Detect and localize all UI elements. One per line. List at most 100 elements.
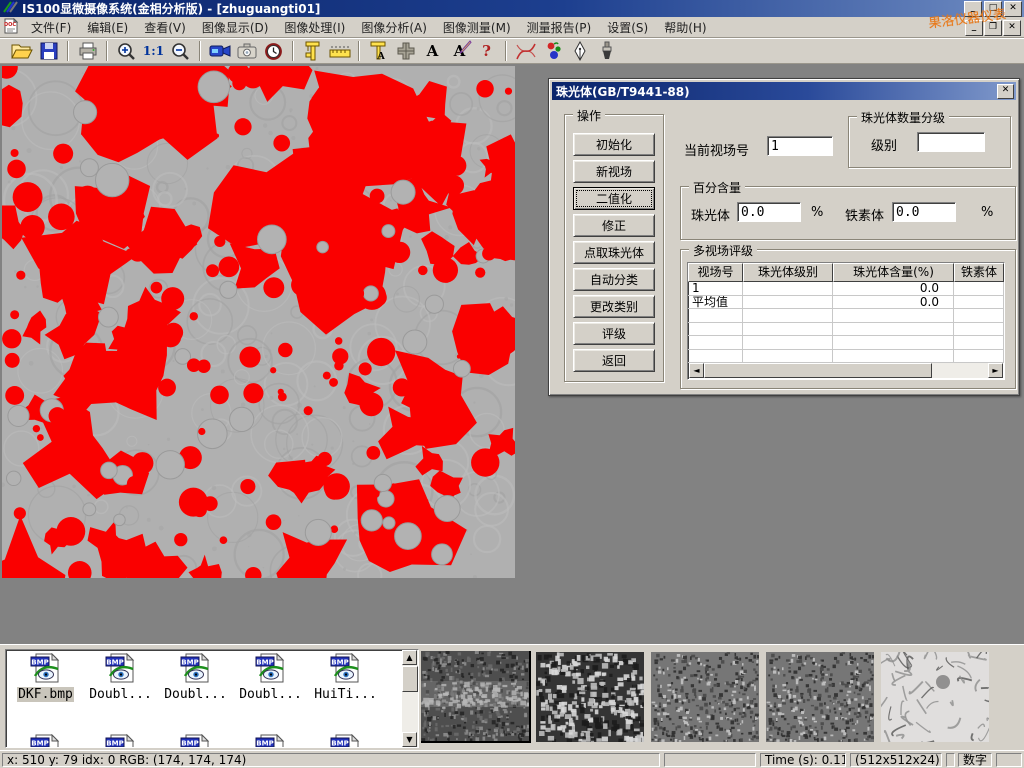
file-name: Doubl... xyxy=(238,687,303,702)
svg-text:BMP: BMP xyxy=(181,659,198,667)
child-close-button[interactable]: ✕ xyxy=(1003,20,1021,36)
photo-camera-icon[interactable] xyxy=(234,40,259,63)
scroll-left-icon[interactable]: ◄ xyxy=(689,363,704,378)
help-icon[interactable]: ? xyxy=(474,40,499,63)
menu-bar: DOC 文件(F)编辑(E)查看(V)图像显示(D)图像处理(I)图像分析(A)… xyxy=(0,17,1024,38)
file-item[interactable]: BMP xyxy=(308,734,383,748)
dialog-close-icon[interactable]: ✕ xyxy=(997,84,1014,99)
file-list-scrollbar[interactable]: ▲ ▼ xyxy=(402,650,418,747)
op-button-3[interactable]: 二值化 xyxy=(573,187,655,210)
text-icon[interactable]: A xyxy=(420,40,445,63)
pen-icon[interactable] xyxy=(567,40,592,63)
toolbar-separator xyxy=(292,41,294,61)
metallographic-image[interactable] xyxy=(2,66,515,578)
menu-item-4[interactable]: 图像显示(D) xyxy=(194,17,277,38)
zoom-in-icon[interactable] xyxy=(114,40,139,63)
file-name: DKF.bmp xyxy=(17,687,74,702)
op-button-9[interactable]: 返回 xyxy=(573,349,655,372)
zoom-out-icon[interactable] xyxy=(168,40,193,63)
video-camera-icon[interactable] xyxy=(207,40,232,63)
sample-thumbnail[interactable] xyxy=(881,652,989,742)
print-icon[interactable] xyxy=(75,40,100,63)
application-window: IS100显微摄像系统(金相分析版) - [zhuguangti01] _ □ … xyxy=(0,0,1024,768)
document-icon[interactable]: DOC xyxy=(3,18,19,37)
sample-thumbnail[interactable] xyxy=(651,652,759,742)
svg-text:BMP: BMP xyxy=(31,740,48,748)
file-item[interactable]: BMPHuiTi... xyxy=(308,653,383,702)
file-item[interactable]: BMP xyxy=(233,734,308,748)
multi-field-group-label: 多视场评级 xyxy=(689,242,757,259)
op-button-6[interactable]: 自动分类 xyxy=(573,268,655,291)
classify-balls-icon[interactable] xyxy=(540,40,565,63)
thumbnail-panel: BMPDKF.bmpBMPDoubl...BMPDoubl...BMPDoubl… xyxy=(0,644,1024,750)
op-button-5[interactable]: 点取珠光体 xyxy=(573,241,655,264)
toolbar: 1:1 A A A ? xyxy=(0,38,1024,64)
op-button-8[interactable]: 评级 xyxy=(573,322,655,345)
menu-item-3[interactable]: 查看(V) xyxy=(136,17,194,38)
file-name: Doubl... xyxy=(163,687,228,702)
level-input[interactable] xyxy=(917,132,985,152)
menu-item-10[interactable]: 帮助(H) xyxy=(656,17,714,38)
pearlite-percent-input[interactable] xyxy=(737,202,801,222)
op-button-7[interactable]: 更改类别 xyxy=(573,295,655,318)
table-row[interactable]: 平均值0.0 xyxy=(688,296,1004,310)
table-row xyxy=(688,336,1004,350)
coordinates-readout: x: 510 y: 79 idx: 0 RGB: (174, 174, 174) xyxy=(2,753,660,767)
caliper-icon[interactable] xyxy=(300,40,325,63)
svg-text:BMP: BMP xyxy=(106,740,123,748)
open-icon[interactable] xyxy=(9,40,34,63)
scrollbar-thumb[interactable] xyxy=(704,363,932,378)
menu-item-1[interactable]: 文件(F) xyxy=(23,17,79,38)
status-blank-panel xyxy=(946,753,955,767)
scroll-down-icon[interactable]: ▼ xyxy=(402,732,417,747)
file-item[interactable]: BMP xyxy=(158,734,233,748)
pearlite-dialog: 珠光体(GB/T9441-88) ✕ 操作 初始化新视场二值化修正点取珠光体自动… xyxy=(548,78,1020,396)
sample-thumbnail[interactable] xyxy=(536,652,644,742)
menu-item-5[interactable]: 图像处理(I) xyxy=(276,17,353,38)
table-hscrollbar[interactable]: ◄ ► xyxy=(689,363,1003,378)
file-item[interactable]: BMPDoubl... xyxy=(233,653,308,702)
ferrite-percent-input[interactable] xyxy=(892,202,956,222)
caliper-text-icon[interactable]: A xyxy=(366,40,391,63)
op-button-2[interactable]: 新视场 xyxy=(573,160,655,183)
mode-indicator: 数字 xyxy=(958,753,992,767)
file-item[interactable]: BMP xyxy=(8,734,83,748)
toolbar-separator xyxy=(358,41,360,61)
file-item[interactable]: BMPDKF.bmp xyxy=(8,653,83,702)
file-list[interactable]: BMPDKF.bmpBMPDoubl...BMPDoubl...BMPDoubl… xyxy=(5,649,419,748)
workspace: 珠光体(GB/T9441-88) ✕ 操作 初始化新视场二值化修正点取珠光体自动… xyxy=(0,64,1024,644)
curve-icon[interactable] xyxy=(513,40,538,63)
brush-icon[interactable] xyxy=(594,40,619,63)
op-button-4[interactable]: 修正 xyxy=(573,214,655,237)
table-row[interactable]: 10.0 xyxy=(688,282,1004,296)
toolbar-separator xyxy=(505,41,507,61)
actual-size-icon[interactable]: 1:1 xyxy=(141,40,166,63)
scrollbar-thumb[interactable] xyxy=(402,666,418,692)
rating-table[interactable]: 视场号珠光体级别珠光体含量(%)铁素体 10.0平均值0.0 ◄ ► xyxy=(687,262,1005,380)
current-field-input[interactable] xyxy=(767,136,833,156)
menu-item-2[interactable]: 编辑(E) xyxy=(79,17,136,38)
scroll-right-icon[interactable]: ► xyxy=(988,363,1003,378)
text-edit-icon[interactable]: A xyxy=(447,40,472,63)
dialog-title-bar[interactable]: 珠光体(GB/T9441-88) ✕ xyxy=(552,82,1016,100)
sample-thumbnail[interactable] xyxy=(421,651,531,743)
menu-item-6[interactable]: 图像分析(A) xyxy=(353,17,435,38)
file-item[interactable]: BMP xyxy=(83,734,158,748)
menu-item-7[interactable]: 图像测量(M) xyxy=(435,17,519,38)
dialog-title: 珠光体(GB/T9441-88) xyxy=(556,83,690,100)
file-item[interactable]: BMP Doubl... xyxy=(158,653,233,702)
clock-icon[interactable] xyxy=(261,40,286,63)
toolbar-separator xyxy=(67,41,69,61)
menu-item-9[interactable]: 设置(S) xyxy=(599,17,656,38)
file-item[interactable]: BMPDoubl... xyxy=(83,653,158,702)
menu-item-8[interactable]: 测量报告(P) xyxy=(519,17,600,38)
close-button[interactable]: ✕ xyxy=(1004,1,1022,17)
op-button-1[interactable]: 初始化 xyxy=(573,133,655,156)
sample-thumbnail[interactable] xyxy=(766,652,874,742)
grid-add-icon[interactable] xyxy=(393,40,418,63)
ruler-icon[interactable] xyxy=(327,40,352,63)
window-title: IS100显微摄像系统(金相分析版) - [zhuguangti01] xyxy=(22,0,320,17)
scroll-up-icon[interactable]: ▲ xyxy=(402,650,417,665)
save-icon[interactable] xyxy=(36,40,61,63)
table-header-cell: 珠光体级别 xyxy=(743,263,833,282)
